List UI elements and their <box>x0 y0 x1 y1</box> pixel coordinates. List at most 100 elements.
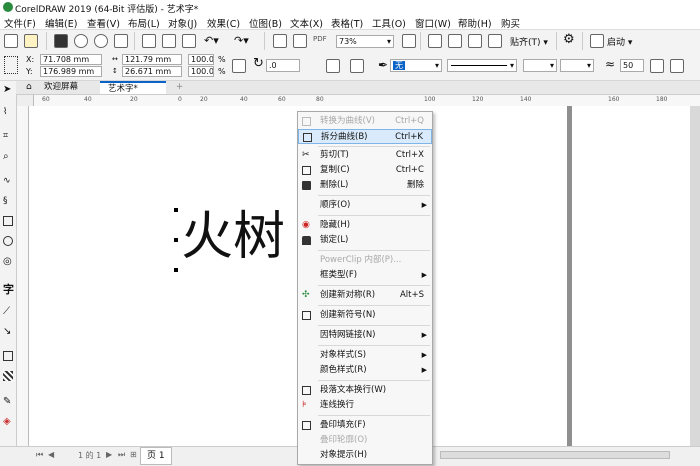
shadow-tool-icon[interactable] <box>3 351 13 361</box>
show-rulers-icon[interactable] <box>428 34 442 48</box>
paste-icon[interactable] <box>182 34 196 48</box>
spiral-tool-icon[interactable]: ◎ <box>3 256 13 267</box>
rotation-field[interactable]: .0 <box>266 59 300 72</box>
cut-icon[interactable] <box>142 34 156 48</box>
menu-item-wrap-paragraph-text[interactable]: 段落文本换行(W) <box>298 383 432 398</box>
export-icon[interactable] <box>293 34 307 48</box>
menu-text[interactable]: 文本(X) <box>290 16 323 30</box>
menu-item-delete[interactable]: 删除(L) 删除 <box>298 178 432 193</box>
home-icon[interactable]: ⌂ <box>18 81 34 94</box>
x-position-field[interactable]: 71.708 mm <box>40 54 102 65</box>
menu-item-convert-to-curves[interactable]: 转换为曲线(V) Ctrl+Q <box>298 114 432 129</box>
artistic-text[interactable]: 火树 <box>181 206 285 268</box>
gear-icon[interactable]: ⚙ <box>563 32 575 47</box>
miter-field[interactable]: 50 <box>620 59 644 72</box>
tab-welcome[interactable]: 欢迎屏幕 <box>36 81 98 94</box>
text-tool-icon[interactable]: 字 <box>3 281 14 296</box>
next-page-icon[interactable]: ▶ <box>106 450 112 459</box>
full-screen-icon[interactable] <box>402 34 416 48</box>
outline-width-select[interactable]: 无 ▾ <box>390 59 442 72</box>
show-grid-icon[interactable] <box>448 34 462 48</box>
menu-item-break-curve[interactable]: 拆分曲线(B) Ctrl+K <box>298 129 432 144</box>
add-tab-button[interactable]: + <box>168 81 184 94</box>
zoom-select[interactable]: 73% ▾ <box>336 35 394 48</box>
save-icon[interactable] <box>54 34 68 48</box>
import-icon[interactable] <box>273 34 287 48</box>
launch-icon[interactable] <box>590 34 604 48</box>
publish-pdf-icon[interactable]: PDF <box>313 35 327 43</box>
menu-item-cut[interactable]: ✂ 剪切(T) Ctrl+X <box>298 148 432 163</box>
menu-effects[interactable]: 效果(C) <box>207 16 240 30</box>
mirror-horizontal-icon[interactable] <box>326 59 340 73</box>
undo-icon[interactable]: ↶▾ <box>204 34 219 47</box>
start-arrow-select[interactable]: ▾ <box>523 59 557 72</box>
rectangle-tool-icon[interactable] <box>3 216 13 226</box>
menu-item-connector-wrap[interactable]: ⊧ 连线换行 <box>298 398 432 413</box>
menu-item-hide[interactable]: ◉ 隐藏(H) <box>298 218 432 233</box>
page-tab[interactable]: 页 1 <box>140 447 172 465</box>
menu-table[interactable]: 表格(T) <box>331 16 363 30</box>
show-guidelines-icon[interactable] <box>468 34 482 48</box>
menu-item-color-styles[interactable]: 颜色样式(R) ▶ <box>298 363 432 378</box>
crop-tool-icon[interactable]: ⌗ <box>3 131 13 141</box>
menu-layout[interactable]: 布局(L) <box>128 16 160 30</box>
menu-item-internet-link[interactable]: 因特网链接(N) ▶ <box>298 328 432 343</box>
cloud-icon[interactable] <box>74 34 88 48</box>
flip-icon[interactable] <box>650 59 664 73</box>
menu-edit[interactable]: 编辑(E) <box>45 16 77 30</box>
menu-window[interactable]: 窗口(W) <box>415 16 451 30</box>
artistic-media-icon[interactable]: § <box>3 196 13 206</box>
connector-tool-icon[interactable]: ↘ <box>3 326 13 337</box>
prev-page-icon[interactable]: ◀ <box>48 450 54 459</box>
scale-x-field[interactable]: 100.0 <box>188 54 214 65</box>
menu-object[interactable]: 对象(J) <box>168 16 197 30</box>
ellipse-tool-icon[interactable] <box>3 236 13 246</box>
height-field[interactable]: 26.671 mm <box>122 66 182 77</box>
menu-item-create-symmetry[interactable]: ✣ 创建新对称(R) Alt+S <box>298 288 432 303</box>
open-folder-icon[interactable] <box>24 34 38 48</box>
menu-item-lock[interactable]: 锁定(L) <box>298 233 432 248</box>
menu-view[interactable]: 查看(V) <box>87 16 120 30</box>
copy-icon[interactable] <box>162 34 176 48</box>
vertical-ruler[interactable] <box>17 106 29 446</box>
last-page-icon[interactable]: ⏭ <box>118 450 125 460</box>
menu-item-powerclip-inside[interactable]: PowerClip 内部(P)... <box>298 253 432 268</box>
selection-handle[interactable] <box>174 208 178 212</box>
tab-document[interactable]: 艺术字* <box>100 81 166 94</box>
menu-item-object-styles[interactable]: 对象样式(S) ▶ <box>298 348 432 363</box>
menu-item-copy[interactable]: 复制(C) Ctrl+C <box>298 163 432 178</box>
first-page-icon[interactable]: ⏮ <box>36 450 43 460</box>
selection-handle[interactable] <box>174 238 178 242</box>
cloud-upload-icon[interactable] <box>94 34 108 48</box>
scale-y-field[interactable]: 100.0 <box>188 66 214 77</box>
eyedropper-icon[interactable]: ✎ <box>3 396 13 407</box>
menu-item-object-hints[interactable]: 对象提示(H) <box>298 448 432 463</box>
wrap-icon[interactable] <box>670 59 684 73</box>
end-arrow-select[interactable]: ▾ <box>560 59 594 72</box>
pick-tool-icon[interactable]: ➤ <box>3 85 13 95</box>
freehand-tool-icon[interactable]: ∿ <box>3 176 13 186</box>
print-icon[interactable] <box>114 34 128 48</box>
menu-tools[interactable]: 工具(O) <box>372 16 406 30</box>
zoom-tool-icon[interactable]: ⌕ <box>3 151 13 162</box>
transparency-tool-icon[interactable] <box>3 371 13 381</box>
menu-item-order[interactable]: 顺序(O) ▶ <box>298 198 432 213</box>
mirror-vertical-icon[interactable] <box>350 59 364 73</box>
menu-item-overprint-fill[interactable]: 叠印填充(F) <box>298 418 432 433</box>
width-field[interactable]: 121.79 mm <box>122 54 182 65</box>
shape-tool-icon[interactable]: ⌇ <box>3 107 13 117</box>
horizontal-scrollbar[interactable] <box>440 451 670 459</box>
menu-help[interactable]: 帮助(H) <box>458 16 492 30</box>
add-page-icon[interactable]: ⊞ <box>130 450 137 459</box>
y-position-field[interactable]: 176.989 mm <box>40 66 102 77</box>
menu-item-create-symbol[interactable]: 创建新符号(N) <box>298 308 432 323</box>
interactive-fill-icon[interactable]: ◈ <box>3 416 13 427</box>
parallel-dimension-icon[interactable]: ⟋ <box>3 306 13 317</box>
launch-dropdown[interactable]: 启动 ▾ <box>607 35 632 48</box>
menu-file[interactable]: 文件(F) <box>4 16 36 30</box>
snap-to-dropdown[interactable]: 贴齐(T) ▾ <box>510 35 548 48</box>
redo-icon[interactable]: ↷▾ <box>234 34 249 47</box>
selection-handle[interactable] <box>174 268 178 272</box>
menu-buy[interactable]: 购买 <box>501 16 520 30</box>
menu-item-overprint-outline[interactable]: 叠印轮廓(O) <box>298 433 432 448</box>
